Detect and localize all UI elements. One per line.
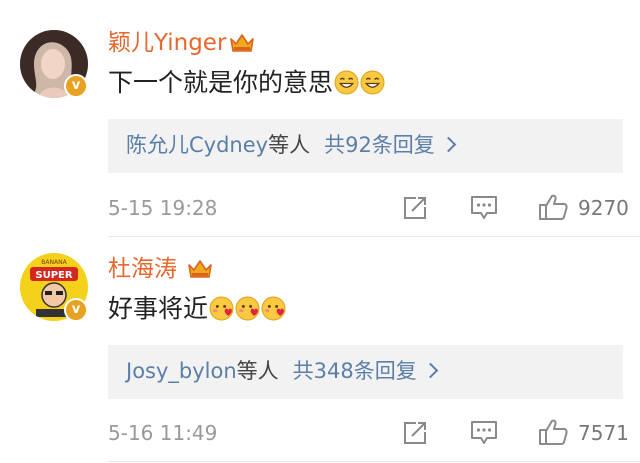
heart-blush-emoji-icon: [235, 296, 260, 321]
crown-vip-icon: [188, 260, 212, 278]
like-thumb-icon[interactable]: [538, 193, 568, 221]
verified-badge-icon: v: [64, 298, 88, 322]
like-count: 7571: [578, 421, 629, 445]
avatar[interactable]: SUPER BANANA: [20, 253, 88, 321]
reply-summary[interactable]: Josy_bylon等人 共348条回复: [126, 356, 439, 386]
comment-bubble-icon[interactable]: [470, 195, 498, 221]
share-icon[interactable]: [402, 420, 428, 446]
svg-text:SUPER: SUPER: [35, 270, 72, 281]
heart-blush-emoji-icon: [261, 296, 286, 321]
heart-blush-emoji-icon: [209, 296, 234, 321]
reply-user-link[interactable]: 陈允儿Cydney: [126, 133, 268, 157]
comment-time: 5-16 11:49: [108, 421, 218, 445]
comment-text: 下一个就是你的意思: [108, 66, 385, 100]
comment-time: 5-15 19:28: [108, 196, 218, 220]
grin-emoji-icon: [360, 70, 385, 95]
comment-text: 好事将近: [108, 292, 286, 326]
comment-bubble-icon[interactable]: [470, 420, 498, 446]
chevron-right-icon: [422, 362, 439, 379]
comment-username[interactable]: 杜海涛: [108, 254, 177, 284]
reply-preview-box[interactable]: 陈允儿Cydney等人 共92条回复: [108, 119, 623, 173]
reply-others-label: 等人: [268, 133, 311, 157]
divider: [108, 461, 640, 462]
svg-text:BANANA: BANANA: [41, 259, 67, 266]
chevron-right-icon: [440, 136, 457, 153]
crown-vip-icon: [230, 34, 254, 52]
verified-badge-icon: v: [64, 74, 88, 98]
like-thumb-icon[interactable]: [538, 418, 568, 446]
reply-others-label: 等人: [236, 359, 279, 383]
reply-user-link[interactable]: Josy_bylon: [126, 359, 237, 383]
comment-item: v 颖儿Yinger 下一个就是你的意思 陈允儿Cydney等人 共92条回复 5…: [0, 0, 640, 237]
divider: [108, 236, 640, 237]
grin-emoji-icon: [334, 70, 359, 95]
comment-username[interactable]: 颖儿Yinger: [108, 28, 226, 58]
reply-count-link[interactable]: 共92条回复: [324, 133, 435, 157]
reply-count-link[interactable]: 共348条回复: [293, 359, 417, 383]
share-icon[interactable]: [402, 195, 428, 221]
reply-summary[interactable]: 陈允儿Cydney等人 共92条回复: [126, 130, 457, 160]
reply-preview-box[interactable]: Josy_bylon等人 共348条回复: [108, 345, 623, 399]
like-count: 9270: [578, 196, 629, 220]
